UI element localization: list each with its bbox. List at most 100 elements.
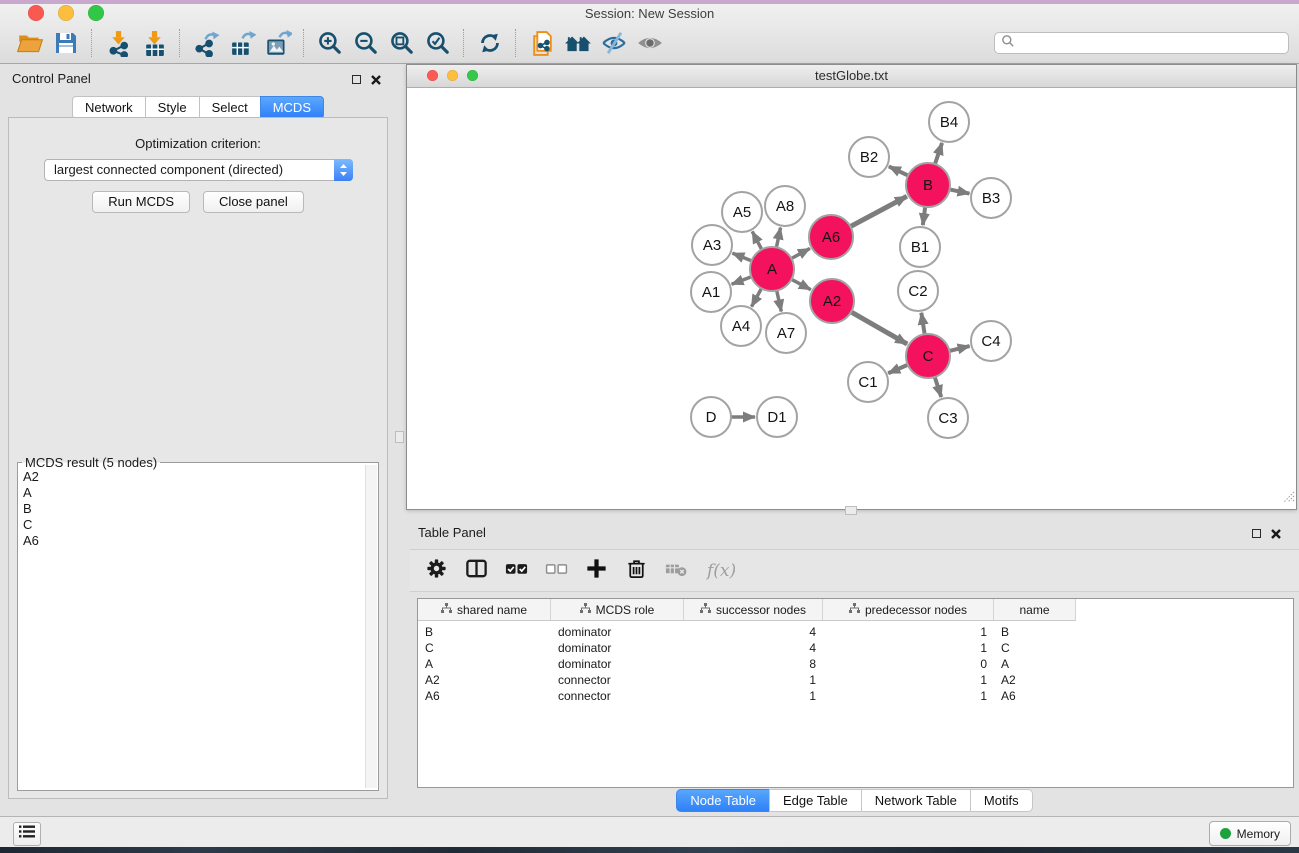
mcds-result-item[interactable]: A2	[20, 469, 364, 485]
refresh-layout-button[interactable]	[472, 25, 508, 61]
tab-node-table[interactable]: Node Table	[676, 789, 769, 812]
table-row[interactable]: A6connector11A6	[418, 688, 1293, 704]
graph-edge-A2-C[interactable]	[851, 312, 907, 344]
graph-edge-A-A1[interactable]	[732, 277, 752, 284]
column-header-name[interactable]: name	[994, 599, 1076, 621]
graph-edge-C-C4[interactable]	[949, 346, 969, 351]
network-zoom-button[interactable]	[467, 70, 478, 81]
graph-edge-A-A5[interactable]	[752, 231, 762, 249]
close-panel-button[interactable]: Close panel	[203, 191, 304, 213]
select-all-button[interactable]	[503, 557, 530, 584]
mcds-result-item[interactable]: C	[20, 517, 364, 533]
mcds-result-scrollbar[interactable]	[365, 465, 377, 788]
table-row[interactable]: Adominator80A	[418, 656, 1293, 672]
export-network-button[interactable]	[188, 25, 224, 61]
search-field[interactable]	[994, 32, 1289, 54]
graph-node-A3[interactable]: A3	[692, 225, 732, 265]
tab-network-table[interactable]: Network Table	[861, 789, 970, 812]
zoom-fit-button[interactable]	[384, 25, 420, 61]
graph-edge-C-C2[interactable]	[921, 313, 924, 335]
tab-mcds[interactable]: MCDS	[260, 96, 324, 119]
table-settings-button[interactable]	[423, 557, 450, 584]
graph-edge-A-A3[interactable]	[732, 253, 751, 261]
network-canvas[interactable]: B4B2BB3A8A5A6A3B1AA1C2A2A4A7C4CC1C3DD1	[407, 87, 1296, 509]
graph-edge-B-B3[interactable]	[950, 189, 970, 193]
table-row[interactable]: Bdominator41B	[418, 624, 1293, 640]
graph-node-D[interactable]: D	[691, 397, 731, 437]
mcds-result-item[interactable]: A	[20, 485, 364, 501]
graph-edge-A-A4[interactable]	[752, 288, 762, 306]
graph-node-A4[interactable]: A4	[721, 306, 761, 346]
graph-edge-B-B1[interactable]	[923, 207, 925, 225]
zoom-in-button[interactable]	[312, 25, 348, 61]
mcds-result-item[interactable]: B	[20, 501, 364, 517]
tab-style[interactable]: Style	[145, 96, 199, 119]
column-header-successor-nodes[interactable]: successor nodes	[684, 599, 823, 621]
add-column-button[interactable]	[583, 557, 610, 584]
zoom-out-button[interactable]	[348, 25, 384, 61]
graph-edge-A-A7[interactable]	[777, 290, 782, 311]
export-table-button[interactable]	[224, 25, 260, 61]
table-row[interactable]: Cdominator41C	[418, 640, 1293, 656]
import-table-button[interactable]	[136, 25, 172, 61]
function-builder-button[interactable]: f(x)	[707, 561, 736, 581]
column-header-predecessor-nodes[interactable]: predecessor nodes	[823, 599, 994, 621]
network-minimize-button[interactable]	[447, 70, 458, 81]
graph-node-C4[interactable]: C4	[971, 321, 1011, 361]
search-input[interactable]	[1015, 33, 1288, 53]
column-header-shared-name[interactable]: shared name	[418, 599, 551, 621]
float-panel-icon[interactable]	[352, 75, 361, 84]
hide-graphics-details-button[interactable]	[596, 25, 632, 61]
column-header-mcds-role[interactable]: MCDS role	[551, 599, 684, 621]
graph-node-A1[interactable]: A1	[691, 272, 731, 312]
graph-node-B3[interactable]: B3	[971, 178, 1011, 218]
mcds-result-item[interactable]: A6	[20, 533, 364, 549]
graph-node-A8[interactable]: A8	[765, 186, 805, 226]
delete-column-button[interactable]	[623, 557, 650, 584]
save-session-button[interactable]	[48, 25, 84, 61]
run-mcds-button[interactable]: Run MCDS	[92, 191, 190, 213]
show-graphics-details-button[interactable]	[632, 25, 668, 61]
clone-network-button[interactable]	[524, 25, 560, 61]
close-panel-icon[interactable]	[370, 73, 382, 85]
graph-edge-A-A6[interactable]	[791, 248, 810, 258]
window-resize-grip[interactable]	[1281, 489, 1295, 508]
task-history-button[interactable]	[13, 822, 41, 846]
import-network-button[interactable]	[100, 25, 136, 61]
graph-edge-C-C1[interactable]	[888, 365, 908, 374]
graph-node-B1[interactable]: B1	[900, 227, 940, 267]
table-row[interactable]: A2connector11A2	[418, 672, 1293, 688]
graph-node-B4[interactable]: B4	[929, 102, 969, 142]
graph-edge-B-B4[interactable]	[935, 143, 942, 164]
tab-select[interactable]: Select	[199, 96, 260, 119]
memory-button[interactable]: Memory	[1209, 821, 1291, 846]
graph-node-C[interactable]: C	[906, 334, 950, 378]
network-close-button[interactable]	[427, 70, 438, 81]
graph-edge-B-B2[interactable]	[889, 166, 908, 175]
tab-network[interactable]: Network	[72, 96, 145, 119]
close-panel-icon[interactable]	[1270, 527, 1282, 539]
float-panel-icon[interactable]	[1252, 529, 1261, 538]
graph-node-C1[interactable]: C1	[848, 362, 888, 402]
vertical-divider-grip[interactable]	[395, 431, 404, 443]
graph-node-A7[interactable]: A7	[766, 313, 806, 353]
toggle-columns-button[interactable]	[463, 557, 490, 584]
zoom-selected-button[interactable]	[420, 25, 456, 61]
graph-node-A5[interactable]: A5	[722, 192, 762, 232]
graph-node-A6[interactable]: A6	[809, 215, 853, 259]
first-neighbors-button[interactable]	[560, 25, 596, 61]
optimization-criterion-dropdown[interactable]: largest connected component (directed)	[44, 159, 353, 181]
tab-edge-table[interactable]: Edge Table	[769, 789, 861, 812]
graph-node-C3[interactable]: C3	[928, 398, 968, 438]
export-image-button[interactable]	[260, 25, 296, 61]
delete-table-button[interactable]	[663, 557, 690, 584]
graph-node-C2[interactable]: C2	[898, 271, 938, 311]
graph-edge-C-C3[interactable]	[935, 377, 941, 397]
deselect-all-button[interactable]	[543, 557, 570, 584]
graph-node-A2[interactable]: A2	[810, 279, 854, 323]
graph-edge-A6-B[interactable]	[850, 196, 906, 226]
graph-node-D1[interactable]: D1	[757, 397, 797, 437]
graph-edge-A-A8[interactable]	[776, 228, 780, 248]
graph-edge-A-A2[interactable]	[791, 279, 810, 289]
open-session-button[interactable]	[12, 25, 48, 61]
